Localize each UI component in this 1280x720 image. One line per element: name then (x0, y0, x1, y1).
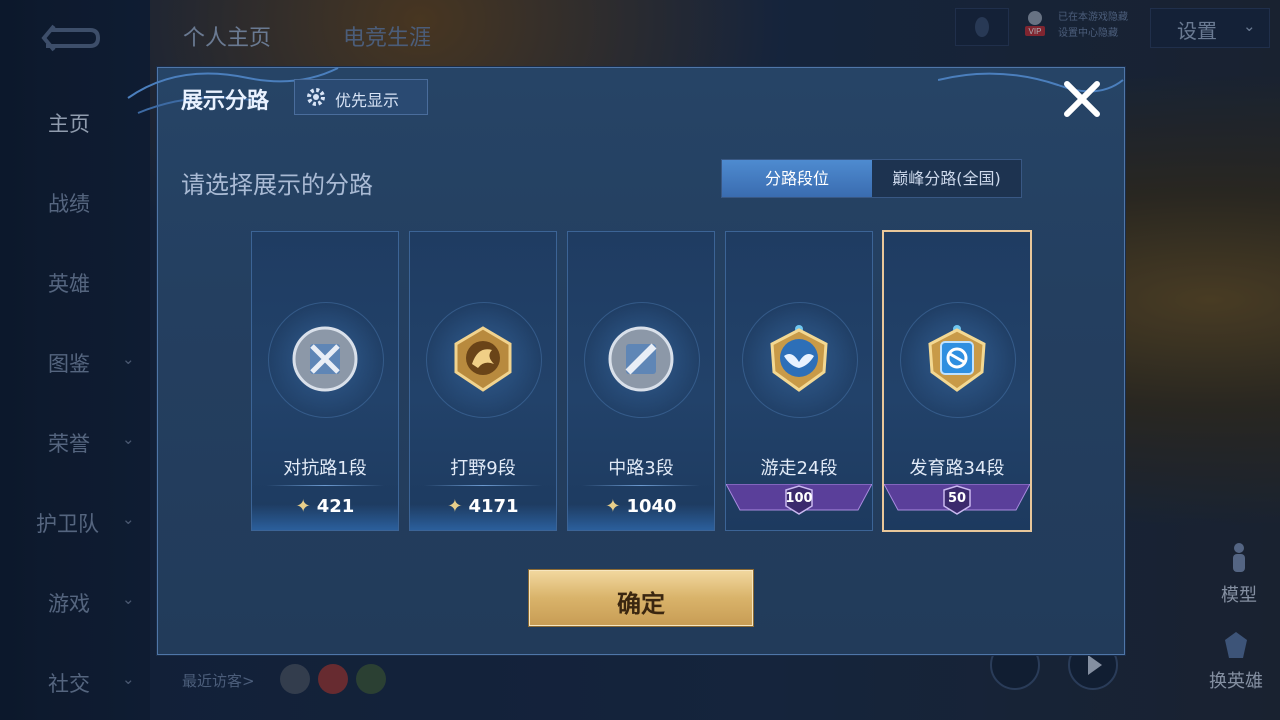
dialog-subtitle: 请选择展示的分路 (181, 171, 373, 199)
star-points-icon: ✦ (295, 496, 311, 517)
confirm-button[interactable]: 确定 (529, 570, 753, 626)
confirm-label: 确定 (617, 590, 665, 618)
star-points-icon: ✦ (605, 496, 621, 517)
gold-dragon-emblem-icon (454, 326, 512, 392)
peak-rank-value: 50 (947, 491, 967, 506)
lane-card-top[interactable]: 对抗路1段 ✦ 421 (251, 231, 399, 531)
lane-display-dialog: 展示分路 优先显示 请选择展示的分路 分路段位 巅峰分路(全国) 对抗路1段 ✦… (127, 67, 1125, 655)
points-value: 1040 (626, 496, 677, 517)
lane-points: ✦ 4171 (410, 496, 556, 517)
tab-peak-lane-national[interactable]: 巅峰分路(全国) (872, 160, 1021, 197)
lane-name: 对抗路1段 (283, 458, 367, 479)
lane-name: 游走24段 (760, 458, 838, 479)
peak-rank-value: 100 (785, 491, 813, 506)
star-points-icon: ✦ (447, 496, 463, 517)
lane-card-jungle[interactable]: 打野9段 ✦ 4171 (409, 231, 557, 531)
divider (424, 485, 542, 486)
lane-name: 发育路34段 (909, 458, 1005, 479)
dialog-title: 展示分路 (181, 89, 270, 114)
gold-wings-emblem-icon (770, 325, 828, 392)
priority-display-label: 优先显示 (335, 91, 400, 110)
priority-display-button[interactable]: 优先显示 (294, 79, 428, 115)
lane-type-toggle: 分路段位 巅峰分路(全国) (721, 159, 1022, 198)
divider (266, 485, 384, 486)
silver-slash-emblem-icon (608, 326, 674, 392)
lane-name: 中路3段 (608, 458, 674, 479)
lane-name: 打野9段 (450, 458, 516, 479)
lane-card-roam[interactable]: 游走24段 100 (725, 231, 873, 531)
points-value: 4171 (468, 496, 519, 517)
lane-card-farm[interactable]: 发育路34段 50 (882, 230, 1032, 532)
points-value: 421 (316, 496, 355, 517)
lane-points: ✦ 421 (252, 496, 398, 517)
close-icon[interactable] (1061, 78, 1103, 120)
divider (582, 485, 700, 486)
silver-crossed-swords-emblem-icon (292, 326, 358, 392)
tab-lane-rank[interactable]: 分路段位 (722, 160, 872, 197)
lane-points: ✦ 1040 (568, 496, 714, 517)
gold-blue-emblem-icon (928, 325, 986, 392)
gear-icon (307, 88, 325, 106)
lane-card-mid[interactable]: 中路3段 ✦ 1040 (567, 231, 715, 531)
